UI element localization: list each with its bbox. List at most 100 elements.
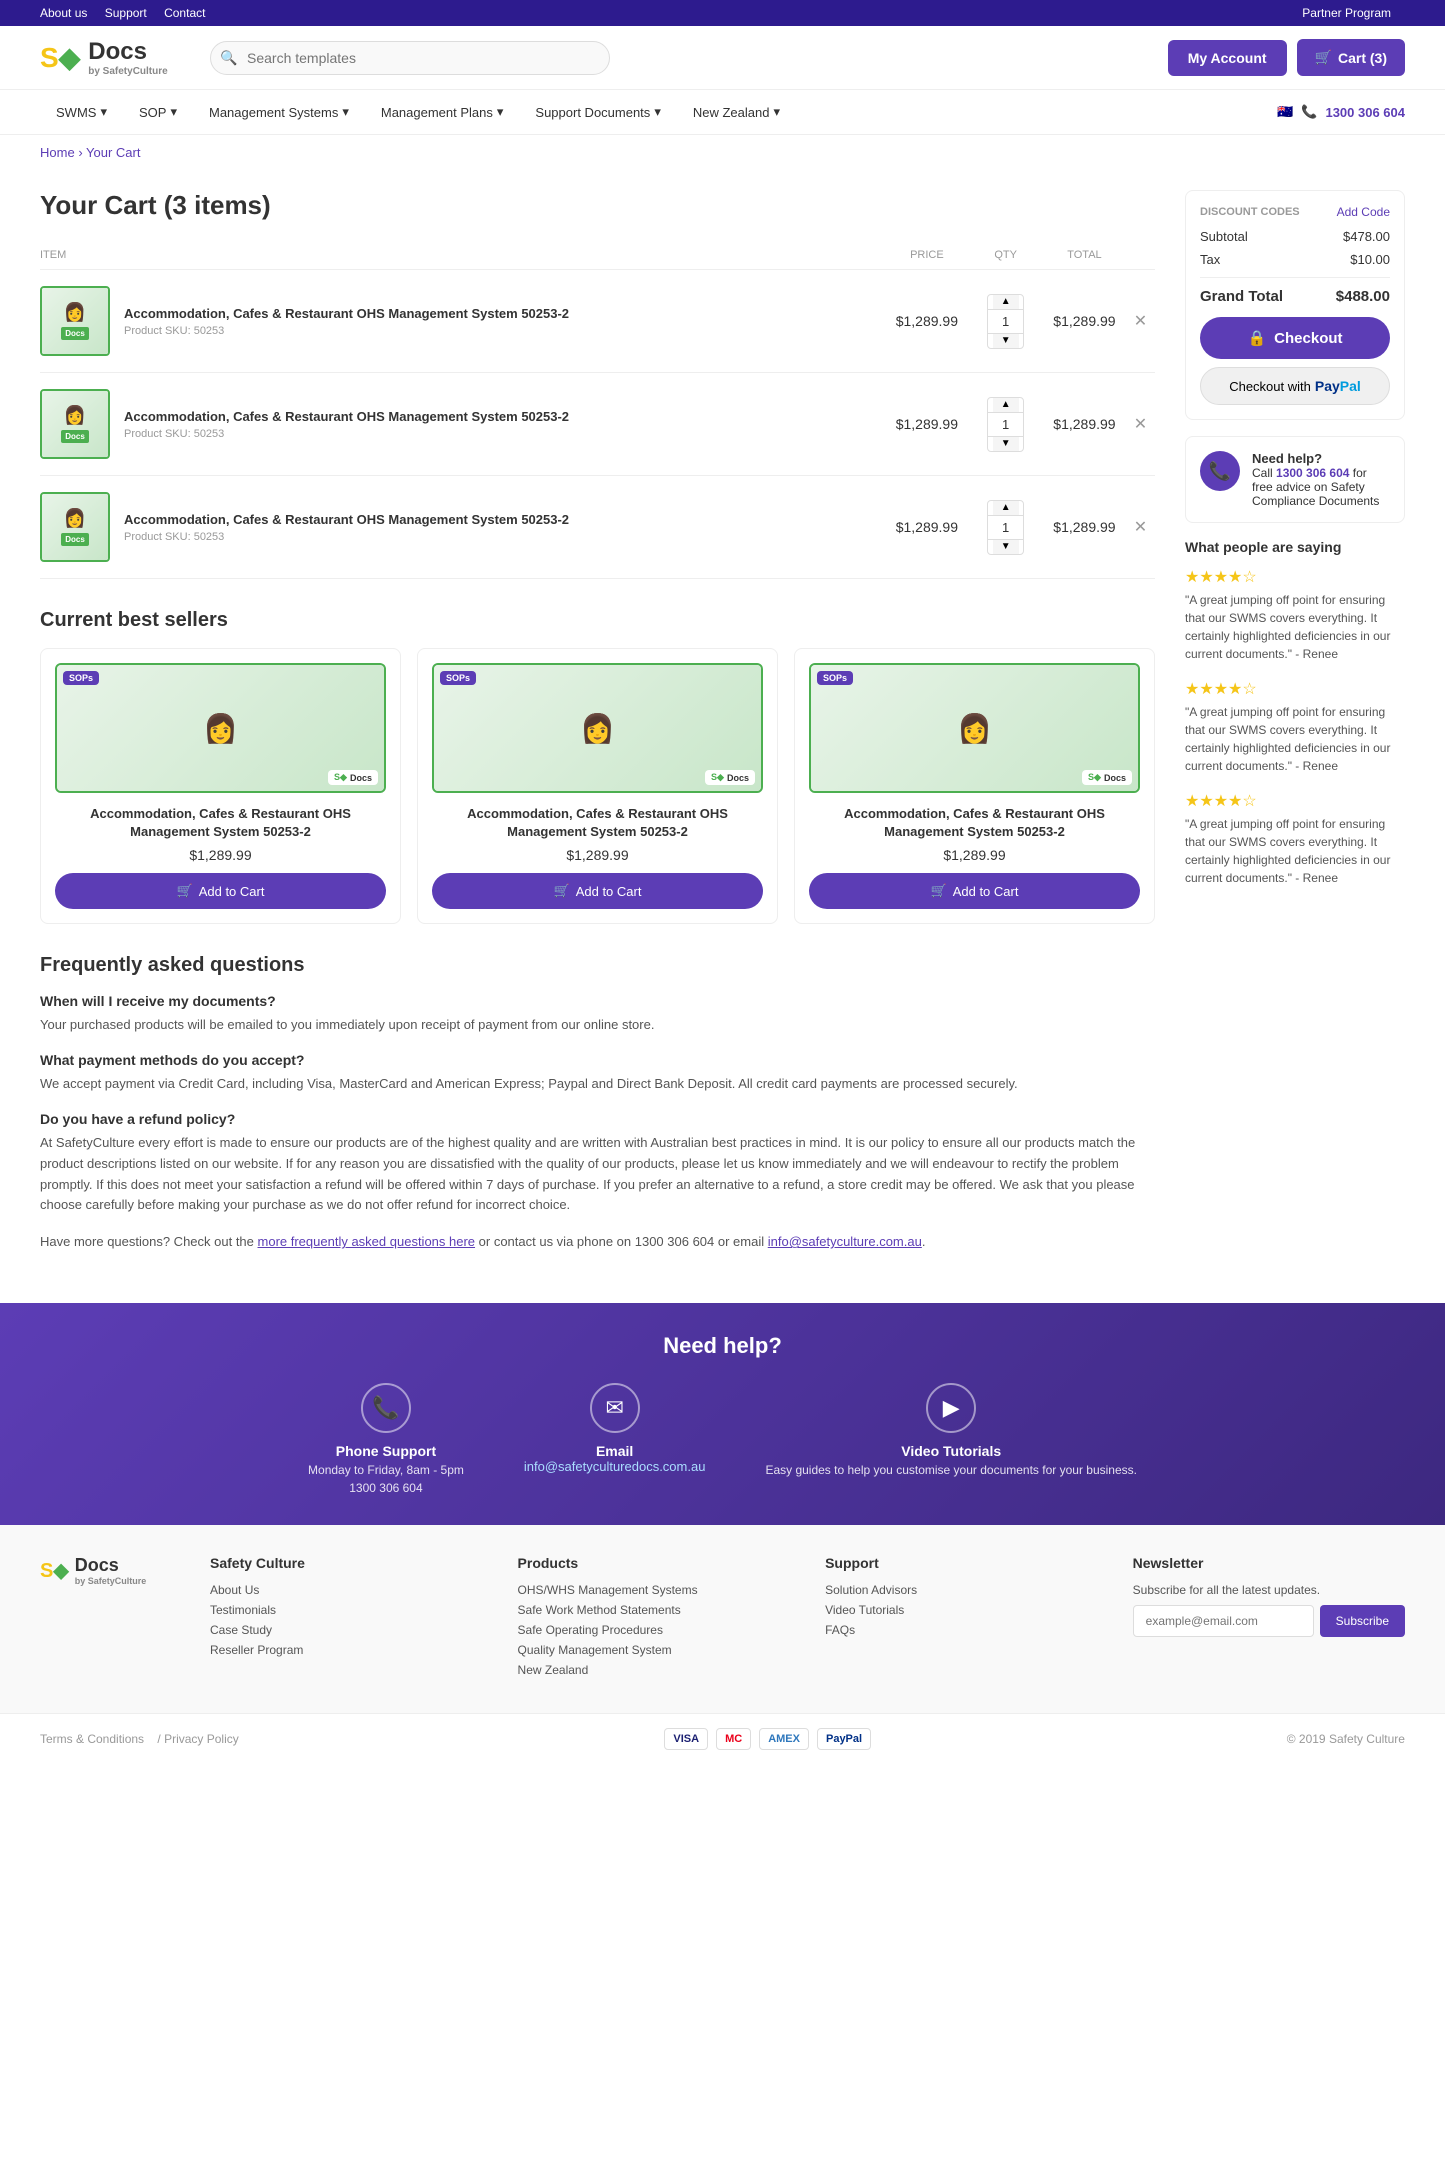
search-input[interactable] [210, 41, 610, 75]
nav-swms[interactable]: SWMS ▾ [40, 90, 123, 134]
footer-link[interactable]: Case Study [210, 1623, 478, 1637]
add-to-cart-label: Add to Cart [953, 884, 1019, 899]
review-stars: ★★★★☆ [1185, 567, 1405, 587]
nav-management-systems[interactable]: Management Systems ▾ [193, 90, 365, 134]
footer-link[interactable]: FAQs [825, 1623, 1093, 1637]
footer-link[interactable]: Solution Advisors [825, 1583, 1093, 1597]
qty-down-button[interactable]: ▼ [993, 437, 1019, 451]
logo[interactable]: S◆ Docs by SafetyCulture [40, 38, 190, 77]
footer-link[interactable]: Video Tutorials [825, 1603, 1093, 1617]
faq-link[interactable]: more frequently asked questions here [258, 1234, 476, 1249]
footer-col-sub: Subscribe for all the latest updates. [1133, 1583, 1405, 1597]
newsletter-email[interactable] [1133, 1605, 1314, 1637]
subtotal-label: Subtotal [1200, 229, 1248, 244]
cart-button[interactable]: 🛒 Cart (3) [1297, 39, 1405, 76]
top-bar-left: About us Support Contact [40, 6, 219, 20]
cart-icon: 🛒 [1315, 49, 1332, 66]
footer-bottom: Terms & Conditions / Privacy Policy VISA… [0, 1713, 1445, 1764]
remove-button[interactable]: ✕ [1134, 517, 1147, 537]
nav-left: SWMS ▾ SOP ▾ Management Systems ▾ Manage… [40, 90, 796, 134]
footer-link[interactable]: Reseller Program [210, 1643, 478, 1657]
col-total: TOTAL [1035, 241, 1134, 270]
breadcrumb-home[interactable]: Home [40, 145, 75, 160]
email-value[interactable]: info@safetyculturedocs.com.au [524, 1459, 706, 1474]
privacy-link[interactable]: Privacy Policy [164, 1732, 239, 1746]
footer-grid: S◆ Docs by SafetyCulture Safety CultureA… [40, 1555, 1405, 1683]
col-item: ITEM [40, 241, 878, 270]
about-us-link[interactable]: About us [40, 6, 87, 20]
breadcrumb-separator: › [78, 145, 86, 160]
paypal-logo: PayPal [1315, 378, 1361, 394]
faq-item: Do you have a refund policy? At SafetyCu… [40, 1111, 1155, 1216]
review-text: "A great jumping off point for ensuring … [1185, 703, 1405, 775]
nav-sop[interactable]: SOP ▾ [123, 90, 193, 134]
logo-sub: by SafetyCulture [88, 66, 167, 77]
faq-question: What payment methods do you accept? [40, 1052, 1155, 1068]
qty-down-button[interactable]: ▼ [993, 334, 1019, 348]
footer-link[interactable]: Testimonials [210, 1603, 478, 1617]
top-bar: About us Support Contact Partner Program [0, 0, 1445, 26]
review-text: "A great jumping off point for ensuring … [1185, 815, 1405, 887]
qty-down-button[interactable]: ▼ [993, 540, 1019, 554]
nav-new-zealand[interactable]: New Zealand ▾ [677, 90, 796, 134]
sops-badge: SOPs [63, 671, 99, 685]
footer-link[interactable]: Safe Operating Procedures [518, 1623, 786, 1637]
nav-management-plans[interactable]: Management Plans ▾ [365, 90, 520, 134]
table-row: 👩 Docs Accommodation, Cafes & Restaurant… [40, 373, 1155, 476]
my-account-button[interactable]: My Account [1168, 40, 1287, 76]
footer-link[interactable]: About Us [210, 1583, 478, 1597]
qty-up-button[interactable]: ▲ [993, 398, 1019, 412]
table-row: 👩 Docs Accommodation, Cafes & Restaurant… [40, 476, 1155, 579]
qty-control: ▲ 1 ▼ [987, 500, 1024, 555]
nav-support-documents[interactable]: Support Documents ▾ [519, 90, 676, 134]
qty-display: 1 [988, 309, 1023, 334]
contact-link[interactable]: Contact [164, 6, 205, 20]
email-link[interactable]: info@safetyculture.com.au [768, 1234, 922, 1249]
table-row: 👩 Docs Accommodation, Cafes & Restaurant… [40, 270, 1155, 373]
qty-up-button[interactable]: ▲ [993, 295, 1019, 309]
qty-display: 1 [988, 412, 1023, 437]
qty-cell: ▲ 1 ▼ [976, 373, 1035, 476]
product-card: 👩 SOPs S◆ Docs Accommodation, Cafes & Re… [794, 648, 1155, 924]
partner-program-link[interactable]: Partner Program [1302, 6, 1391, 20]
paypal-checkout-button[interactable]: Checkout with PayPal [1200, 367, 1390, 405]
add-to-cart-button[interactable]: 🛒 Add to Cart [55, 873, 386, 909]
product-info: Accommodation, Cafes & Restaurant OHS Ma… [110, 512, 569, 543]
add-to-cart-button[interactable]: 🛒 Add to Cart [809, 873, 1140, 909]
docs-badge: S◆ Docs [328, 770, 378, 785]
footer-link[interactable]: Safe Work Method Statements [518, 1603, 786, 1617]
card-product-name: Accommodation, Cafes & Restaurant OHS Ma… [55, 805, 386, 841]
paypal-checkout-text: Checkout with [1229, 379, 1311, 394]
add-to-cart-button[interactable]: 🛒 Add to Cart [432, 873, 763, 909]
phone-support-icon: 📞 [361, 1383, 411, 1433]
help-email: ✉ Email info@safetyculturedocs.com.au [524, 1383, 706, 1495]
tax-value: $10.00 [1350, 252, 1390, 267]
card-price: $1,289.99 [809, 847, 1140, 863]
email-title: Email [524, 1443, 706, 1459]
footer-link[interactable]: Quality Management System [518, 1643, 786, 1657]
discount-section: DISCOUNT CODES Add Code Subtotal $478.00… [1185, 190, 1405, 420]
header-actions: My Account 🛒 Cart (3) [1168, 39, 1405, 76]
nav-right: 🇦🇺 📞 1300 306 604 [1277, 104, 1405, 120]
footer-link[interactable]: OHS/WHS Management Systems [518, 1583, 786, 1597]
add-code-link[interactable]: Add Code [1337, 205, 1390, 219]
footer-link[interactable]: New Zealand [518, 1663, 786, 1677]
subscribe-button[interactable]: Subscribe [1320, 1605, 1405, 1637]
sops-badge: SOPs [817, 671, 853, 685]
support-link[interactable]: Support [105, 6, 147, 20]
visa-icon: VISA [664, 1728, 708, 1750]
checkout-button[interactable]: 🔒 Checkout [1200, 317, 1390, 359]
footer-col-title: Safety Culture [210, 1555, 478, 1571]
terms-link[interactable]: Terms & Conditions [40, 1732, 144, 1746]
remove-button[interactable]: ✕ [1134, 414, 1147, 434]
faq-more: Have more questions? Check out the more … [40, 1232, 1155, 1253]
review-item: ★★★★☆ "A great jumping off point for ens… [1185, 567, 1405, 663]
qty-up-button[interactable]: ▲ [993, 501, 1019, 515]
logo-icon: S◆ [40, 41, 80, 74]
products-grid: 👩 SOPs S◆ Docs Accommodation, Cafes & Re… [40, 648, 1155, 924]
nav: SWMS ▾ SOP ▾ Management Systems ▾ Manage… [0, 90, 1445, 135]
card-price: $1,289.99 [432, 847, 763, 863]
main: Your Cart (3 items) ITEM PRICE QTY TOTAL [0, 170, 1445, 1273]
qty-control: ▲ 1 ▼ [987, 294, 1024, 349]
remove-button[interactable]: ✕ [1134, 311, 1147, 331]
